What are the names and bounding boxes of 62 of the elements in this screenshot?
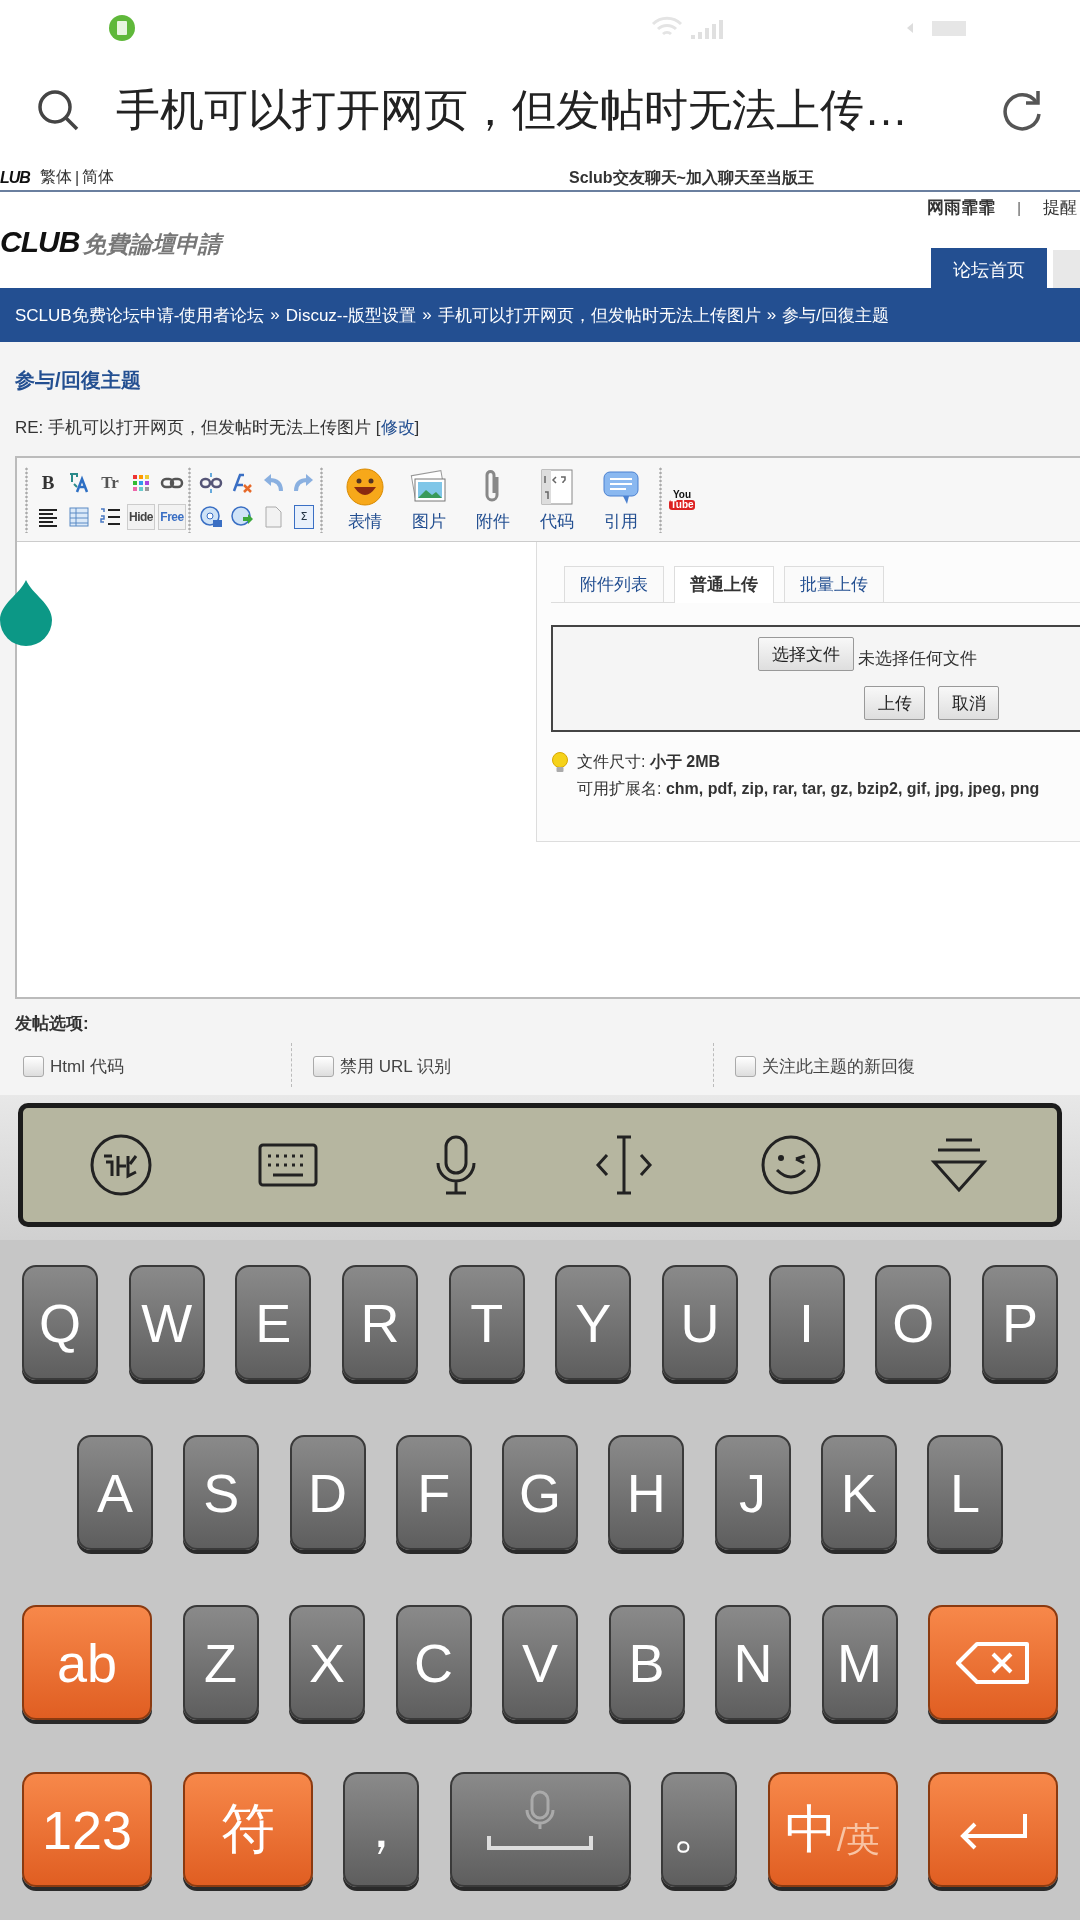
tag-button[interactable]: Hide (127, 503, 155, 530)
username[interactable]: 网雨霏霏 (927, 196, 996, 219)
disc-icon[interactable] (199, 504, 223, 529)
light-bulb-icon (551, 752, 569, 774)
breadcrumb-link[interactable]: Discuz--版型设置 (285, 303, 417, 327)
bold-button[interactable]: B (41, 470, 55, 495)
file-size-text: 文件尺寸: 小于 2MB (577, 752, 722, 772)
toolbar-button[interactable]: 附件 (467, 466, 519, 533)
file-status: 未选择任何文件 (858, 648, 977, 670)
microphone-icon (525, 1789, 555, 1830)
breadcrumb-link[interactable]: 参与/回復主题 (782, 303, 889, 327)
sim-card-icon (108, 13, 136, 42)
checkbox[interactable] (313, 1055, 334, 1077)
divider-text: | (1017, 199, 1021, 216)
extensions-text: 可用扩展名: chm, pdf, zip, rar, tar, gz, bzip2, gif, jpg, jpeg, png (577, 779, 1040, 799)
option-label: 关注此主题的新回復 (762, 1055, 915, 1078)
choose-file-button[interactable]: 选择文件 (758, 637, 854, 671)
editor-area[interactable]: B Tr Hide Free Σ 表情 图片 附件 代码 引用 You Tube 附件列表 普通上传 批量上传 选择文件 未选择任何文件 上传 取消 文件尺寸: 小于 2MB 可用扩展名: chm, pdf, zip, rar, tar, gz, bzip2, gif, jpg, jpeg, png (15, 456, 1080, 999)
bracket-text: ] (414, 418, 420, 437)
page-title: 手机可以打开网页，但发帖时无法上传… (116, 83, 909, 136)
option-label: 禁用 URL 识别 (340, 1055, 451, 1078)
breadcrumb-link[interactable]: SCLUB免费论坛申请-使用者论坛 (15, 303, 265, 327)
edit-link[interactable]: 修改 (380, 418, 415, 437)
upload-tab[interactable]: 普通上传 (674, 566, 774, 603)
formula-button[interactable]: Σ (294, 504, 314, 529)
breadcrumb-separator: » (766, 305, 777, 325)
disc-play-icon[interactable] (230, 504, 254, 529)
toolbar-button[interactable]: 图片 (403, 466, 455, 533)
subject-text: RE: 手机可以打开网页，但发帖时无法上传图片 [ (15, 418, 381, 437)
smiley-icon (345, 466, 385, 507)
breadcrumb-separator: » (270, 305, 280, 325)
upload-tab[interactable]: 批量上传 (784, 566, 884, 602)
cancel-button[interactable]: 取消 (938, 686, 999, 720)
language-link[interactable]: 简体 (82, 167, 115, 188)
backspace-icon (955, 1640, 1031, 1685)
breadcrumb-separator: » (422, 305, 432, 325)
search-icon[interactable] (36, 88, 80, 132)
nav-tab[interactable]: 论坛首页 (931, 248, 1047, 288)
site-logo[interactable]: CLUB免費論壇申請 (0, 225, 222, 260)
reload-icon[interactable] (1000, 88, 1044, 132)
upload-tab[interactable]: 附件列表 (564, 566, 664, 602)
language-link[interactable]: 繁体 (39, 167, 72, 188)
toolbar-button[interactable]: 代码 (531, 466, 583, 533)
upload-button[interactable]: 上传 (864, 686, 925, 720)
toolbar-button[interactable]: 表情 (339, 466, 391, 533)
text-cursor-handle[interactable] (0, 580, 52, 646)
promo-link[interactable]: Sclub交友聊天~加入聊天至当版王 (569, 168, 814, 189)
toolbar-button[interactable]: 引用 (595, 466, 647, 533)
page-heading: 参与/回復主题 (15, 368, 142, 391)
font-icon[interactable] (67, 470, 91, 495)
breadcrumb-link[interactable]: 手机可以打开网页，但发帖时无法上传图片 (437, 303, 761, 327)
divider-text: | (74, 168, 80, 187)
space-bar-icon (485, 1833, 595, 1850)
options-heading: 发帖选项: (15, 1013, 90, 1034)
option-label: Html 代码 (50, 1055, 124, 1078)
checkbox[interactable] (23, 1055, 44, 1077)
logo-text[interactable]: LUB (0, 168, 30, 187)
tag-button[interactable]: Free (158, 503, 186, 530)
checkbox[interactable] (735, 1055, 756, 1077)
font-size-button[interactable]: Tr (101, 470, 119, 495)
reminder-link[interactable]: 提醒 (1043, 196, 1077, 219)
unlink-icon[interactable] (199, 470, 223, 495)
